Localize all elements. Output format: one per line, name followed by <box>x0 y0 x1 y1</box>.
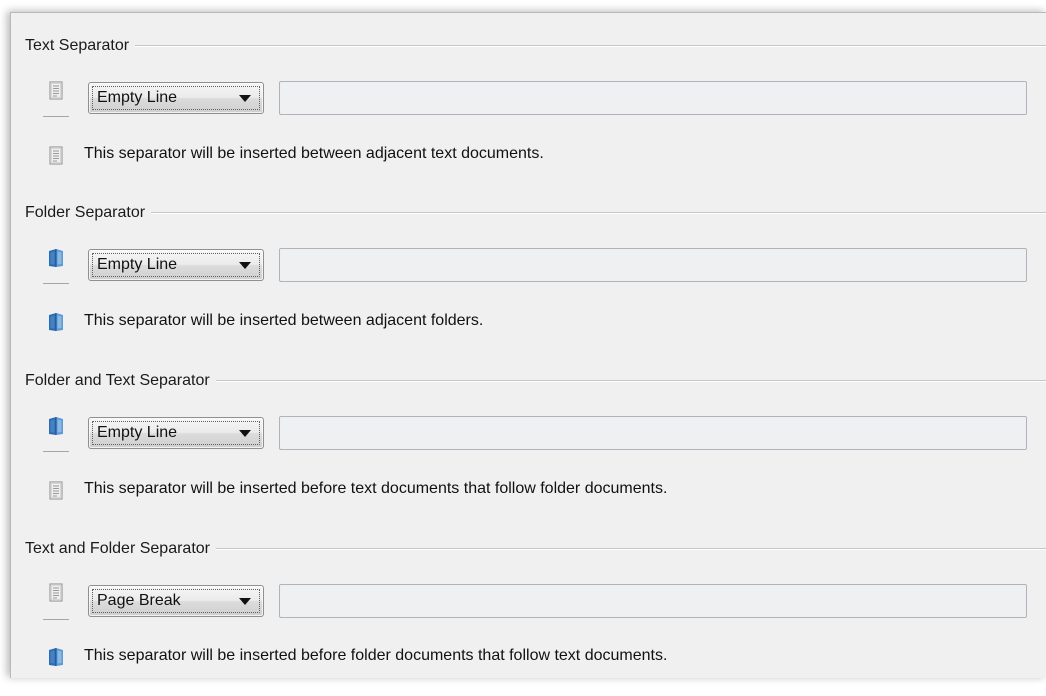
text-document-icon <box>45 480 67 502</box>
dropdown-selected-value: Empty Line <box>97 424 178 441</box>
folder-icon <box>45 311 67 333</box>
custom-separator-input[interactable] <box>279 584 1027 618</box>
dropdown-arrow-icon[interactable] <box>239 430 251 437</box>
compile-separators-panel: Text Separator Empty Line This separator… <box>10 12 1046 678</box>
group-title: Text and Folder Separator <box>25 540 210 557</box>
group-header: Folder and Text Separator <box>25 370 1046 392</box>
icon-divider <box>43 619 69 620</box>
separator-description: This separator will be inserted between … <box>84 312 484 329</box>
separator-section-text-and-folder: Text and Folder Separator Page Break Thi… <box>11 526 1046 696</box>
group-title: Folder and Text Separator <box>25 372 210 389</box>
text-document-icon <box>45 582 67 604</box>
folder-icon <box>45 247 67 269</box>
dropdown-arrow-icon[interactable] <box>239 262 251 269</box>
separator-description: This separator will be inserted before f… <box>84 647 668 664</box>
folder-icon <box>45 415 67 437</box>
group-divider <box>215 380 1046 382</box>
group-header: Folder Separator <box>25 202 1046 224</box>
separator-section-text: Text Separator Empty Line This separator… <box>11 23 1046 193</box>
group-divider <box>135 45 1046 47</box>
group-header: Text and Folder Separator <box>25 538 1046 560</box>
separator-type-dropdown[interactable]: Page Break <box>88 585 264 617</box>
group-title: Folder Separator <box>25 204 146 221</box>
group-title: Text Separator <box>25 37 130 54</box>
separator-description: This separator will be inserted between … <box>84 145 544 162</box>
separator-section-folder-and-text: Folder and Text Separator Empty Line Thi… <box>11 358 1046 528</box>
separator-description: This separator will be inserted before t… <box>84 480 668 497</box>
dropdown-selected-value: Empty Line <box>97 89 178 106</box>
icon-divider <box>43 283 69 284</box>
dropdown-arrow-icon[interactable] <box>239 598 251 605</box>
text-document-icon <box>45 145 67 167</box>
custom-separator-input[interactable] <box>279 81 1027 115</box>
separator-type-dropdown[interactable]: Empty Line <box>88 82 264 114</box>
group-header: Text Separator <box>25 35 1046 57</box>
group-divider <box>216 548 1046 550</box>
group-divider <box>151 212 1046 214</box>
icon-divider <box>43 116 69 117</box>
dropdown-arrow-icon[interactable] <box>239 95 251 102</box>
separator-type-dropdown[interactable]: Empty Line <box>88 417 264 449</box>
dropdown-selected-value: Empty Line <box>97 256 178 273</box>
custom-separator-input[interactable] <box>279 416 1027 450</box>
custom-separator-input[interactable] <box>279 248 1027 282</box>
text-document-icon <box>45 80 67 102</box>
separator-section-folder: Folder Separator Empty Line This separat… <box>11 190 1046 360</box>
separator-type-dropdown[interactable]: Empty Line <box>88 249 264 281</box>
folder-icon <box>45 646 67 668</box>
dropdown-selected-value: Page Break <box>97 592 181 609</box>
icon-divider <box>43 451 69 452</box>
